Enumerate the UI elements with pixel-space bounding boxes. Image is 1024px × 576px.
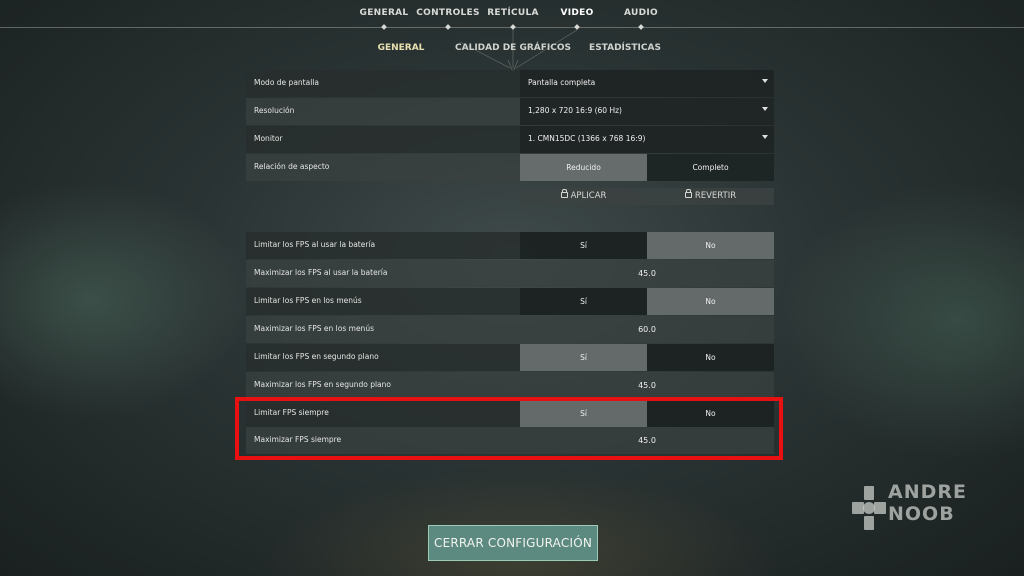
- tab-dot-icon: [574, 24, 580, 30]
- highlight-box: [235, 397, 783, 460]
- tab-audio[interactable]: AUDIO: [624, 8, 658, 18]
- tab-controles[interactable]: CONTROLES: [416, 8, 480, 18]
- setting-label: Maximizar los FPS al usar la batería: [254, 268, 388, 277]
- limit-menus-no[interactable]: No: [647, 288, 774, 315]
- setting-label: Modo de pantalla: [254, 78, 319, 87]
- apply-revert-bar: APLICAR REVERTIR: [520, 188, 774, 205]
- chevron-down-icon: [762, 79, 768, 83]
- subtab-calidad-graficos[interactable]: CALIDAD DE GRÁFICOS: [455, 43, 571, 53]
- tab-reticula[interactable]: RETÍCULA: [487, 8, 539, 18]
- setting-row-limit-background: Limitar los FPS en segundo plano Sí No: [246, 344, 774, 371]
- revert-button[interactable]: REVERTIR: [647, 188, 774, 205]
- setting-row-limit-battery: Limitar los FPS al usar la batería Sí No: [246, 232, 774, 259]
- tab-dot-icon: [381, 24, 387, 30]
- setting-label: Limitar los FPS en los menús: [254, 296, 362, 305]
- revert-label: REVERTIR: [694, 191, 737, 201]
- aspect-option-reducido[interactable]: Reducido: [520, 154, 647, 181]
- resolution-dropdown[interactable]: 1,280 x 720 16:9 (60 Hz): [520, 98, 774, 125]
- max-background-input[interactable]: 45.0: [520, 372, 774, 399]
- setting-label: Limitar los FPS en segundo plano: [254, 352, 379, 361]
- setting-label: Limitar los FPS al usar la batería: [254, 240, 376, 249]
- chevron-down-icon: [762, 107, 768, 111]
- setting-row-monitor: Monitor 1. CMN15DC (1366 x 768 16:9): [246, 126, 774, 153]
- setting-label: Relación de aspecto: [254, 162, 330, 171]
- dropdown-value: Pantalla completa: [528, 78, 596, 87]
- tab-general[interactable]: GENERAL: [360, 8, 409, 18]
- setting-row-max-background: Maximizar los FPS en segundo plano 45.0: [246, 372, 774, 399]
- apply-label: APLICAR: [570, 191, 607, 201]
- watermark-logo: ANDRE NOOB: [852, 482, 966, 532]
- setting-row-max-battery: Maximizar los FPS al usar la batería 45.…: [246, 260, 774, 287]
- gamepad-icon: [852, 486, 886, 530]
- max-battery-input[interactable]: 45.0: [520, 260, 774, 287]
- setting-label: Monitor: [254, 134, 283, 143]
- limit-menus-yes[interactable]: Sí: [520, 288, 647, 315]
- setting-label: Resolución: [254, 106, 295, 115]
- limit-background-no[interactable]: No: [647, 344, 774, 371]
- subtab-general[interactable]: GENERAL: [378, 43, 425, 53]
- apply-button[interactable]: APLICAR: [520, 188, 647, 205]
- setting-label: Maximizar los FPS en los menús: [254, 324, 374, 333]
- max-menus-input[interactable]: 60.0: [520, 316, 774, 343]
- monitor-dropdown[interactable]: 1. CMN15DC (1366 x 768 16:9): [520, 126, 774, 153]
- sub-nav: GENERAL CALIDAD DE GRÁFICOS ESTADÍSTICAS: [0, 43, 1024, 57]
- display-mode-dropdown[interactable]: Pantalla completa: [520, 70, 774, 97]
- setting-row-display-mode: Modo de pantalla Pantalla completa: [246, 70, 774, 97]
- limit-battery-no[interactable]: No: [647, 232, 774, 259]
- top-nav: GENERAL CONTROLES RETÍCULA VIDEO AUDIO: [0, 0, 1024, 30]
- close-settings-button[interactable]: CERRAR CONFIGURACIÓN: [428, 525, 598, 561]
- aspect-option-completo[interactable]: Completo: [647, 154, 774, 181]
- dropdown-value: 1,280 x 720 16:9 (60 Hz): [528, 106, 622, 115]
- dropdown-value: 1. CMN15DC (1366 x 768 16:9): [528, 134, 646, 143]
- subtab-estadisticas[interactable]: ESTADÍSTICAS: [589, 43, 661, 53]
- lock-icon: [560, 189, 568, 198]
- setting-row-max-menus: Maximizar los FPS en los menús 60.0: [246, 316, 774, 343]
- setting-row-aspect: Relación de aspecto Reducido Completo: [246, 154, 774, 181]
- setting-row-resolution: Resolución 1,280 x 720 16:9 (60 Hz): [246, 98, 774, 125]
- tab-video[interactable]: VIDEO: [560, 8, 593, 18]
- setting-label: Maximizar los FPS en segundo plano: [254, 380, 391, 389]
- tab-dot-icon: [510, 24, 516, 30]
- tab-dot-icon: [445, 24, 451, 30]
- tab-dot-icon: [638, 24, 644, 30]
- lock-icon: [684, 189, 692, 198]
- limit-background-yes[interactable]: Sí: [520, 344, 647, 371]
- limit-battery-yes[interactable]: Sí: [520, 232, 647, 259]
- chevron-down-icon: [762, 135, 768, 139]
- setting-row-limit-menus: Limitar los FPS en los menús Sí No: [246, 288, 774, 315]
- watermark-line2: NOOB: [888, 503, 955, 525]
- watermark-line1: ANDRE: [888, 481, 967, 503]
